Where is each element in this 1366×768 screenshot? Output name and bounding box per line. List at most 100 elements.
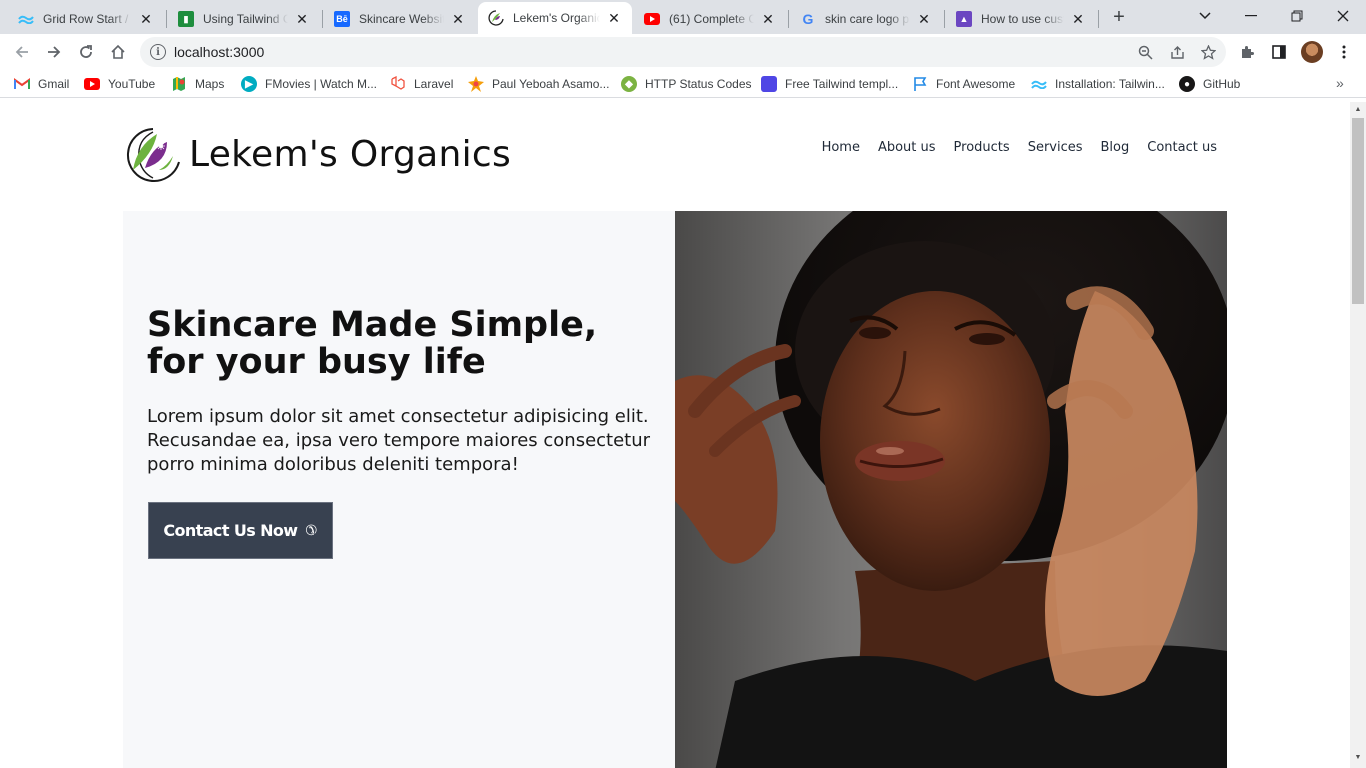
scrollbar-thumb[interactable] (1352, 118, 1364, 304)
browser-tab[interactable]: G skin care logo png ✕ (790, 4, 942, 34)
close-icon[interactable]: ✕ (450, 11, 466, 27)
bookmark-youtube[interactable]: YouTube (84, 75, 155, 93)
browser-tab-active[interactable]: Lekem's Organics ✕ (478, 2, 632, 34)
tab-divider (1098, 10, 1099, 28)
browser-tab[interactable]: Bē Skincare Website ✕ (324, 4, 476, 34)
close-icon[interactable]: ✕ (916, 11, 932, 27)
bookmark-paul[interactable]: Paul Yeboah Asamo... (468, 75, 609, 93)
bookmark-font-awesome[interactable]: Font Awesome (912, 75, 1015, 93)
home-icon[interactable] (106, 40, 130, 64)
extensions-puzzle-icon[interactable] (1237, 42, 1257, 62)
new-tab-button[interactable]: + (1108, 6, 1130, 28)
behance-icon: Bē (334, 11, 350, 27)
forward-arrow-icon[interactable] (42, 40, 66, 64)
address-bar[interactable]: i localhost:3000 (140, 37, 1226, 67)
bookmark-label: Maps (195, 77, 225, 91)
bookmark-label: Paul Yeboah Asamo... (492, 77, 610, 91)
tab-title: Using Tailwind CSS (203, 12, 288, 26)
bookmark-star-icon[interactable] (1199, 43, 1217, 61)
profile-avatar[interactable] (1301, 41, 1323, 63)
scroll-down-arrow-icon[interactable]: ▼ (1354, 754, 1362, 762)
youtube-icon (84, 76, 100, 92)
nav-link-home[interactable]: Home (822, 140, 860, 155)
contact-us-button[interactable]: Contact Us Now ✆ (148, 502, 333, 559)
tab-title: Skincare Website (359, 12, 444, 26)
browser-toolbar: i localhost:3000 (0, 34, 1366, 70)
bookmark-fmovies[interactable]: ▶ FMovies | Watch M... (241, 75, 377, 93)
nav-link-about[interactable]: About us (878, 140, 936, 155)
close-icon[interactable]: ✕ (294, 11, 310, 27)
side-panel-icon[interactable] (1269, 42, 1289, 62)
bookmark-laravel[interactable]: Laravel (390, 75, 453, 93)
laravel-icon (390, 76, 406, 92)
url-text[interactable]: localhost:3000 (174, 44, 264, 60)
bookmark-label: Installation: Tailwin... (1055, 77, 1165, 91)
close-icon[interactable]: ✕ (138, 11, 154, 27)
nav-link-blog[interactable]: Blog (1101, 140, 1130, 155)
bookmark-github[interactable]: ● GitHub (1179, 75, 1240, 93)
chevron-right-double-icon[interactable]: » (1336, 75, 1344, 91)
hero-description: Lorem ipsum dolor sit amet consectetur a… (147, 406, 651, 475)
maps-icon (171, 76, 187, 92)
nav-link-products[interactable]: Products (954, 140, 1010, 155)
bookmark-tailwind-install[interactable]: Installation: Tailwin... (1031, 75, 1165, 93)
tab-title: How to use custom (981, 12, 1064, 26)
star-icon (468, 76, 484, 92)
bookmark-label: Gmail (38, 77, 70, 91)
tab-divider (166, 10, 167, 28)
google-icon: G (802, 11, 814, 27)
minimize-icon[interactable] (1228, 0, 1274, 32)
close-icon[interactable]: ✕ (760, 11, 776, 27)
bookmark-http-status[interactable]: ◆ HTTP Status Codes (621, 75, 752, 93)
tailwind-icon (18, 11, 34, 27)
brand-logo[interactable] (123, 126, 181, 184)
http-icon: ◆ (621, 76, 637, 92)
restore-icon[interactable] (1274, 0, 1320, 32)
hero-text-panel: Skincare Made Simple, for your busy life… (123, 211, 675, 768)
hero-section: Skincare Made Simple, for your busy life… (123, 211, 1227, 768)
play-circle-icon: ▶ (241, 76, 257, 92)
hero-title: Skincare Made Simple, for your busy life (147, 305, 598, 382)
browser-tab[interactable]: (61) Complete CSS ✕ (634, 4, 786, 34)
tab-divider (322, 10, 323, 28)
scroll-up-arrow-icon[interactable]: ▲ (1354, 106, 1362, 114)
tab-divider (788, 10, 789, 28)
brand-name[interactable]: Lekem's Organics (189, 134, 511, 175)
bookmark-maps[interactable]: Maps (171, 75, 224, 93)
bookmark-tailwind-templates[interactable]: Free Tailwind templ... (761, 75, 898, 93)
github-icon: ● (1179, 76, 1195, 92)
site-info-icon[interactable]: i (150, 44, 166, 60)
bookmark-label: YouTube (108, 77, 156, 91)
tab-title: Grid Row Start / End (43, 12, 132, 26)
nav-link-contact[interactable]: Contact us (1147, 140, 1217, 155)
kebab-menu-icon[interactable] (1334, 42, 1354, 62)
tailwind-template-icon (761, 76, 777, 92)
page-scrollbar[interactable]: ▲ ▼ (1350, 102, 1366, 768)
browser-tab[interactable]: Grid Row Start / End ✕ (8, 4, 164, 34)
browser-tab[interactable]: ▮ Using Tailwind CSS ✕ (168, 4, 320, 34)
document-icon: ▮ (178, 11, 194, 27)
share-icon[interactable] (1168, 43, 1186, 61)
tab-title: (61) Complete CSS (669, 12, 754, 26)
flag-icon (912, 76, 928, 92)
tab-title: Lekem's Organics (513, 11, 600, 25)
bookmark-label: Free Tailwind templ... (785, 77, 899, 91)
browser-tab[interactable]: ▲ How to use custom ✕ (946, 4, 1096, 34)
tailwind-icon (1031, 76, 1047, 92)
close-icon[interactable]: ✕ (1070, 11, 1086, 27)
nav-link-services[interactable]: Services (1028, 140, 1083, 155)
page-viewport: Lekem's Organics Home About us Products … (0, 102, 1350, 768)
close-icon[interactable]: ✕ (606, 10, 622, 26)
bookmark-gmail[interactable]: Gmail (14, 75, 69, 93)
back-arrow-icon[interactable] (10, 40, 34, 64)
gmail-icon (14, 76, 30, 92)
hero-model-image (675, 211, 1227, 768)
close-window-icon[interactable] (1320, 0, 1366, 32)
youtube-icon (644, 11, 660, 27)
zoom-icon[interactable] (1136, 43, 1154, 61)
bookmark-label: GitHub (1203, 77, 1241, 91)
tab-strip: Grid Row Start / End ✕ ▮ Using Tailwind … (0, 0, 1366, 34)
tab-search-icon[interactable] (1182, 0, 1228, 32)
reload-icon[interactable] (74, 40, 98, 64)
tab-title: skin care logo png (825, 12, 910, 26)
